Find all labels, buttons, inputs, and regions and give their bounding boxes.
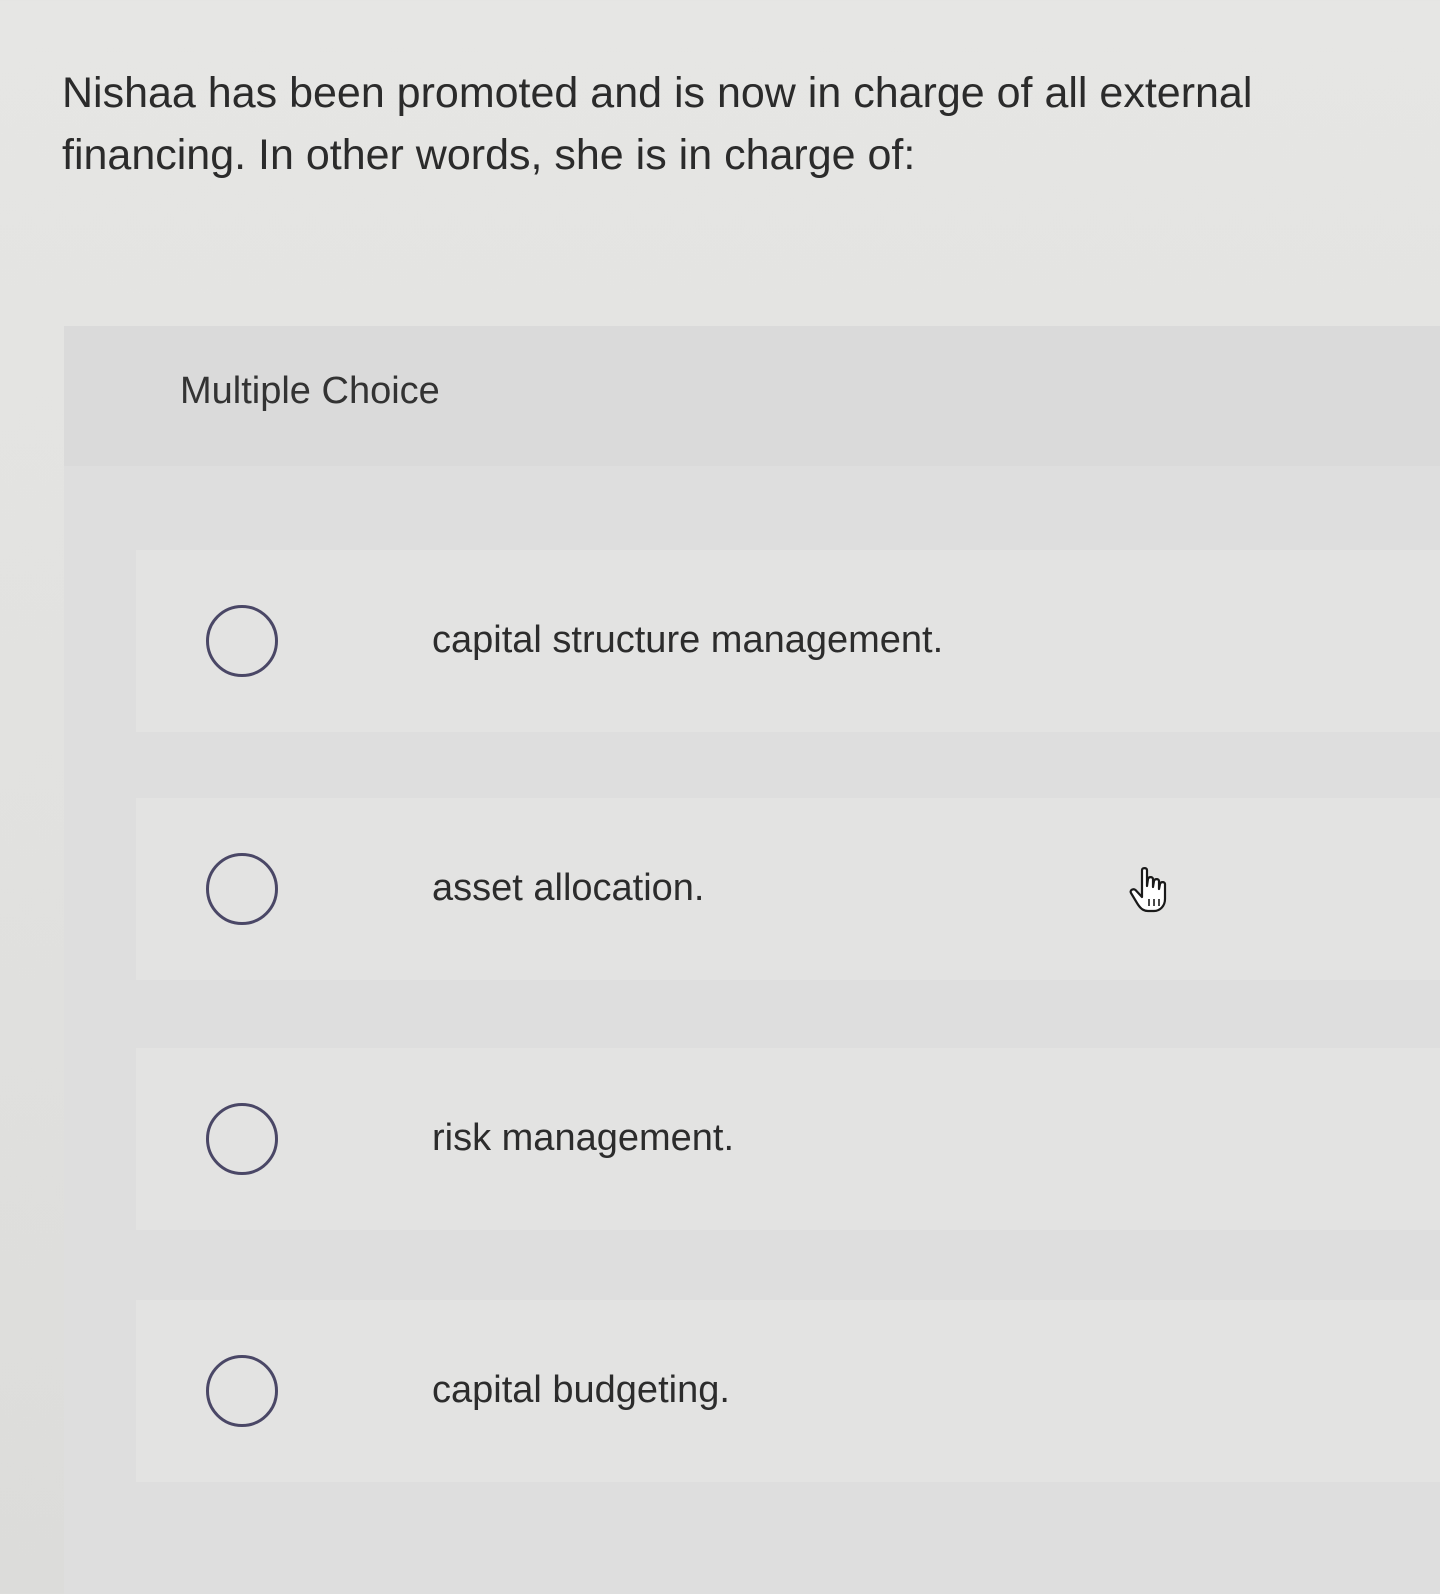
radio-button[interactable]: [206, 1355, 278, 1427]
question-text: Nishaa has been promoted and is now in c…: [62, 69, 1253, 179]
option-capital-structure-management[interactable]: capital structure management.: [136, 550, 1440, 732]
option-capital-budgeting[interactable]: capital budgeting.: [136, 1300, 1440, 1482]
radio-button[interactable]: [206, 605, 278, 677]
option-asset-allocation[interactable]: asset allocation.: [136, 798, 1440, 980]
option-label: capital structure management.: [432, 619, 944, 661]
panel-header: Multiple Choice: [64, 326, 1440, 466]
hand-pointer-icon: [1129, 867, 1167, 913]
option-label: capital budgeting.: [432, 1369, 730, 1411]
radio-button[interactable]: [206, 1103, 278, 1175]
multiple-choice-panel: Multiple Choice capital structure manage…: [64, 326, 1440, 1594]
option-label: asset allocation.: [432, 867, 705, 909]
option-label: risk management.: [432, 1117, 735, 1159]
panel-title: Multiple Choice: [180, 370, 440, 412]
radio-button[interactable]: [206, 853, 278, 925]
option-risk-management[interactable]: risk management.: [136, 1048, 1440, 1230]
